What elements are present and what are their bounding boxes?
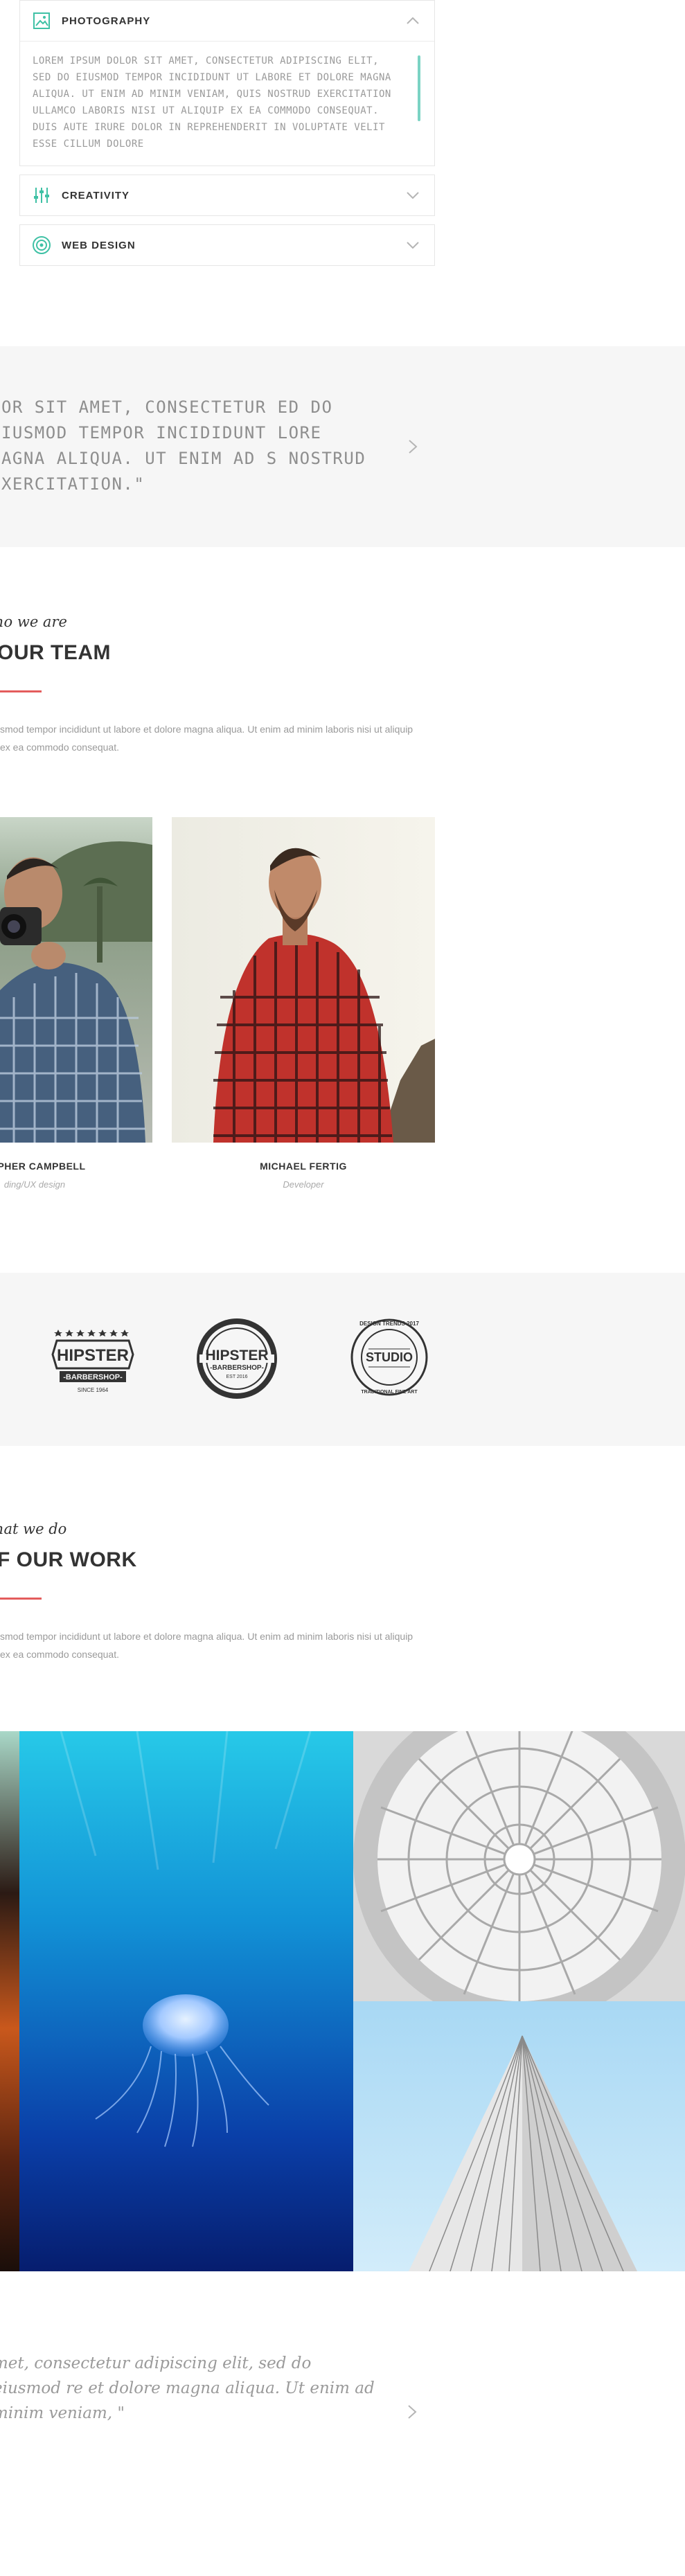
team-photo-2 xyxy=(172,817,435,1143)
team-title: OUR TEAM xyxy=(0,641,111,664)
accordion-header-web-design[interactable]: WEB DESIGN xyxy=(20,225,434,265)
chevron-right-icon[interactable] xyxy=(402,2401,422,2422)
testimonial-text: LOR SIT AMET, CONSECTETUR ED DO EIUSMOD … xyxy=(0,397,366,494)
logo-text: -BARBERSHOP- xyxy=(210,1364,264,1372)
member-role: ding/UX design xyxy=(3,1179,66,1190)
work-item-skyscraper[interactable] xyxy=(353,2001,685,2271)
accordion-body-text: LOREM IPSUM DOLOR SIT AMET, CONSECTETUR … xyxy=(33,55,391,150)
client-logos-section: HIPSTER -BARBERSHOP- SINCE 1964 HIPSTER … xyxy=(0,1273,685,1446)
chevron-down-icon[interactable] xyxy=(402,235,423,256)
logo-text: DESIGN TRENDS 2017 xyxy=(359,1321,419,1327)
work-item-fire[interactable] xyxy=(0,1731,19,2271)
hipster-barbershop-circle-logo: HIPSTER -BARBERSHOP- EST 2016 xyxy=(197,1318,277,1402)
logo-text: HIPSTER xyxy=(57,1346,129,1365)
accordion-item-creativity: CREATIVITY xyxy=(19,175,435,216)
chevron-down-icon[interactable] xyxy=(402,185,423,206)
team-description: smod tempor incididunt ut labore et dolo… xyxy=(0,724,413,753)
accordion-title: WEB DESIGN xyxy=(62,239,136,251)
chevron-right-icon[interactable] xyxy=(402,436,423,457)
title-underline xyxy=(0,690,42,692)
target-icon xyxy=(31,235,52,256)
logo-text: STUDIO xyxy=(366,1350,413,1364)
team-photo-1 xyxy=(0,817,152,1143)
work-item-jellyfish[interactable] xyxy=(19,1731,353,2271)
accordion-item-photography: PHOTOGRAPHY LOREM IPSUM DOLOR SIT AMET, … xyxy=(19,0,435,166)
accordion-header-creativity[interactable]: CREATIVITY xyxy=(20,175,434,215)
accordion-header-photography[interactable]: PHOTOGRAPHY xyxy=(20,1,434,41)
studio-round-logo: DESIGN TRENDS 2017 STUDIO TRADITIONAL FI… xyxy=(348,1316,431,1402)
logo-text: SINCE 1964 xyxy=(78,1387,109,1393)
services-accordion: PHOTOGRAPHY LOREM IPSUM DOLOR SIT AMET, … xyxy=(19,0,435,274)
testimonial-text-2: met, consectetur adipiscing elit, sed do… xyxy=(0,2354,375,2422)
team-subtitle: ho we are xyxy=(0,614,67,630)
work-title: F OUR WORK xyxy=(0,1548,137,1571)
hipster-barbershop-badge-logo: HIPSTER -BARBERSHOP- SINCE 1964 xyxy=(50,1327,136,1399)
work-description: smod tempor incididunt ut labore et dolo… xyxy=(0,1631,413,1660)
chevron-up-icon[interactable] xyxy=(402,10,423,31)
work-item-dome[interactable] xyxy=(353,1731,685,2001)
member-role: Developer xyxy=(283,1179,324,1190)
accordion-item-web-design: WEB DESIGN xyxy=(19,224,435,266)
accordion-panel-photography: LOREM IPSUM DOLOR SIT AMET, CONSECTETUR … xyxy=(20,41,434,166)
accordion-title: CREATIVITY xyxy=(62,189,130,202)
image-icon xyxy=(31,10,52,31)
work-subtitle: hat we do xyxy=(0,1521,67,1537)
sliders-icon xyxy=(31,185,52,206)
member-name: PHER CAMPBELL xyxy=(0,1161,86,1172)
logo-text: HIPSTER xyxy=(205,1348,268,1363)
accordion-title: PHOTOGRAPHY xyxy=(62,15,151,27)
title-underline xyxy=(0,1598,42,1600)
logo-text: -BARBERSHOP- xyxy=(63,1373,123,1381)
testimonial-section: LOR SIT AMET, CONSECTETUR ED DO EIUSMOD … xyxy=(0,346,685,547)
logo-text: EST 2016 xyxy=(226,1375,247,1379)
member-name: MICHAEL FERTIG xyxy=(260,1161,347,1172)
logo-text: TRADITIONAL FINE ART xyxy=(361,1390,418,1395)
scrollbar-thumb[interactable] xyxy=(418,55,420,121)
